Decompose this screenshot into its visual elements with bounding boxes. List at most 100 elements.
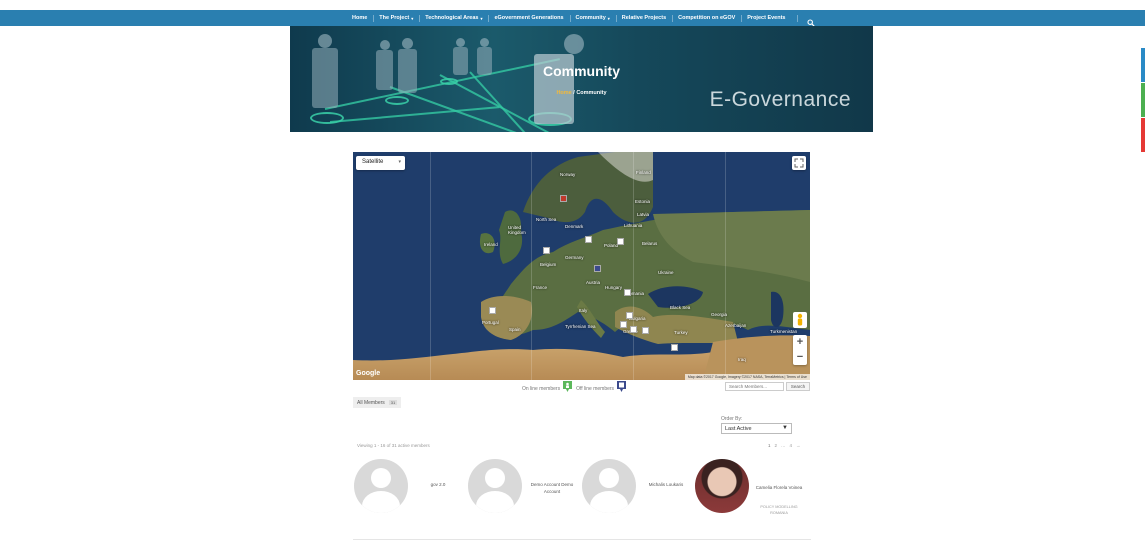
member-marker[interactable] (626, 312, 633, 319)
member-marker[interactable] (620, 321, 627, 328)
map-label: Germany (565, 255, 584, 260)
chevron-down-icon: ▾ (607, 15, 610, 21)
nav-divider (741, 14, 743, 22)
nav-item-competition[interactable]: Competition on eGOV (678, 15, 741, 21)
map-label: Turkmenistan (770, 329, 798, 334)
page-link[interactable]: 1 (768, 443, 771, 448)
nav-label: Competition on eGOV (678, 15, 736, 21)
member-count-badge: 31 (388, 400, 398, 405)
member-marker[interactable] (617, 238, 624, 245)
divider (353, 539, 811, 540)
member-search-input[interactable] (725, 382, 784, 391)
members-map[interactable]: Finland Norway Estonia Latvia Lithuania … (353, 152, 810, 380)
banner-network-node (310, 112, 344, 124)
map-attribution[interactable]: Map data ©2017 Google, Imagery ©2017 NAS… (684, 374, 810, 380)
online-pin-icon (563, 380, 573, 392)
banner-network-node (440, 78, 458, 85)
map-tile-seam (725, 152, 726, 380)
next-page-link[interactable]: → (796, 443, 801, 448)
map-type-select[interactable]: Satellite ▾ (356, 156, 405, 170)
member-name[interactable]: Michalis Loukaris (638, 481, 694, 488)
offline-pin-icon (617, 380, 627, 392)
banner-person-head (402, 38, 413, 49)
nav-label: Community (575, 15, 606, 21)
member-name[interactable]: gov 2.0 (410, 481, 466, 488)
search-icon[interactable] (807, 14, 816, 27)
map-label: Poland (604, 243, 619, 248)
avatar[interactable] (695, 459, 749, 513)
map-label: Austria (586, 280, 601, 285)
nav-item-technological-areas[interactable]: Technological Areas ▾ (425, 15, 488, 21)
member-marker[interactable] (560, 195, 567, 202)
avatar[interactable] (354, 459, 408, 513)
member-marker[interactable] (642, 327, 649, 334)
banner-network-node (385, 96, 409, 105)
member-marker[interactable] (630, 326, 637, 333)
nav-label: Project Events (747, 15, 786, 21)
map-label: Tyrrhenian Sea (565, 324, 596, 329)
breadcrumb-home-link[interactable]: Home (556, 90, 571, 96)
nav-divider (797, 14, 799, 22)
nav-divider (569, 14, 571, 22)
top-nav-bar: Home The Project ▾ Technological Areas ▾ e… (0, 10, 1145, 27)
nav-divider (488, 14, 490, 22)
banner-person-head (480, 38, 489, 47)
zoom-in-button[interactable]: + (793, 335, 807, 350)
nav-divider (615, 14, 617, 22)
zoom-out-button[interactable]: − (793, 350, 807, 365)
nav-item-the-project[interactable]: The Project ▾ (379, 15, 419, 21)
member-search-button[interactable]: Search (786, 382, 810, 391)
map-type-label: Satellite (362, 159, 384, 165)
main-nav: Home The Project ▾ Technological Areas ▾ e… (352, 10, 816, 27)
tab-all-members[interactable]: All Members 31 (353, 397, 402, 408)
nav-item-community[interactable]: Community ▾ (576, 15, 616, 21)
side-tab-red[interactable] (1141, 118, 1145, 152)
order-by-label: Order By: (721, 416, 743, 422)
tab-label: All Members (357, 399, 385, 406)
map-label: Italy (579, 308, 588, 313)
nav-item-egovernment-generations[interactable]: eGovernment Generations (494, 15, 569, 21)
avatar[interactable] (582, 459, 636, 513)
member-marker[interactable] (594, 265, 601, 272)
map-label: Portugal (482, 320, 499, 325)
member-card: Camelia Florela Voinea POLICY MODELLING … (695, 459, 807, 529)
avatar[interactable] (468, 459, 522, 513)
map-label: Finland (636, 170, 651, 175)
page-link[interactable]: 4 (790, 443, 793, 448)
side-tab-blue[interactable] (1141, 48, 1145, 82)
fullscreen-icon[interactable] (792, 156, 806, 170)
member-card: Michalis Loukaris (582, 459, 694, 529)
nav-label: Technological Areas (425, 15, 479, 21)
member-marker[interactable] (585, 236, 592, 243)
order-by-value: Last Active (725, 426, 752, 432)
nav-divider (672, 14, 674, 22)
map-label: Belgium (540, 262, 557, 267)
map-tile-seam (430, 152, 431, 380)
side-tab-green[interactable] (1141, 83, 1145, 117)
legend-online-label: On line members (522, 386, 561, 392)
member-name[interactable]: Demo Account Demo Account (524, 481, 580, 495)
member-card: Demo Account Demo Account (468, 459, 580, 529)
nav-item-home[interactable]: Home (352, 15, 373, 21)
nav-item-relative-projects[interactable]: Relative Projects (622, 15, 672, 21)
zoom-control: + − (793, 335, 807, 365)
banner-person-head (456, 38, 465, 47)
order-by-select[interactable]: Last Active ▼ (721, 423, 792, 434)
member-marker[interactable] (624, 289, 631, 296)
street-view-pegman-icon[interactable] (793, 312, 807, 328)
member-marker[interactable] (543, 247, 550, 254)
map-label: Belarus (642, 241, 658, 246)
nav-item-project-events[interactable]: Project Events (747, 15, 791, 21)
brand-wordmark: E-Governance (709, 88, 851, 111)
member-marker[interactable] (489, 307, 496, 314)
page-link[interactable]: 2 (775, 443, 778, 448)
member-marker[interactable] (671, 344, 678, 351)
map-label: Ireland (484, 242, 498, 247)
google-logo: Google (356, 370, 381, 377)
chevron-down-icon: ▾ (398, 159, 401, 165)
member-name[interactable]: Camelia Florela Voinea (751, 484, 807, 491)
map-terrain (353, 152, 810, 380)
map-legend: On line members Off line members (522, 380, 630, 395)
map-label: Azerbaijan (725, 323, 747, 328)
pagination-count: Viewing 1 - 16 of 31 active members (357, 443, 430, 448)
